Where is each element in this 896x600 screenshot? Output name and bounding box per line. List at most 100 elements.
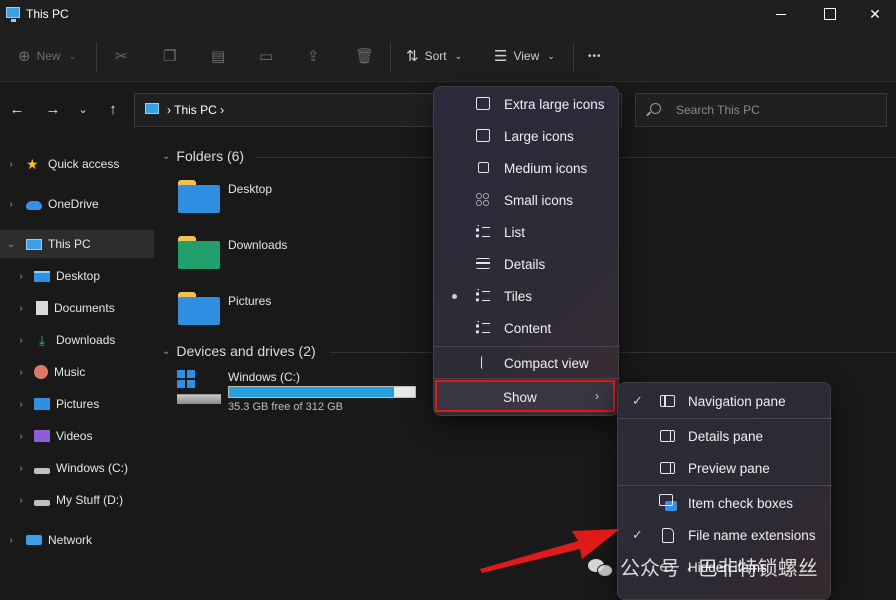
this-pc-icon [6, 7, 20, 22]
maximize-button[interactable] [806, 0, 852, 30]
sidebar-item-music[interactable]: › Music [0, 358, 154, 386]
folder-label[interactable]: Desktop [228, 182, 272, 196]
details-icon [476, 258, 490, 269]
chevron-down-icon: ⌄ [162, 150, 171, 162]
sidebar-item-quick-access[interactable]: › ★ Quick access [0, 150, 154, 178]
view-small-icons[interactable]: Small icons [434, 185, 620, 215]
rename-button[interactable]: ▭ [259, 44, 273, 68]
window-title: This PC [26, 7, 69, 21]
sidebar-item-documents[interactable]: › Documents [0, 294, 154, 322]
close-button[interactable]: ✕ [852, 0, 896, 30]
chevron-down-icon[interactable]: ⌄ [4, 239, 18, 250]
view-extra-large-icons[interactable]: Extra large icons [434, 89, 620, 119]
view-medium-icons[interactable]: Medium icons [434, 153, 620, 183]
chevron-right-icon[interactable]: › [14, 495, 28, 506]
view-details[interactable]: Details [434, 249, 620, 279]
breadcrumb-this-pc[interactable]: This PC [174, 103, 217, 117]
large-icons-icon [476, 129, 490, 142]
view-tiles[interactable]: Tiles [434, 281, 620, 311]
view-show-item[interactable]: Show › [435, 380, 615, 412]
check-icon: ✓ [632, 527, 643, 542]
sidebar-item-my-stuff-d[interactable]: › My Stuff (D:) [0, 486, 154, 514]
watermark-text: 公众号 · 巴非特锁螺丝 [620, 558, 818, 580]
view-large-icons[interactable]: Large icons [434, 121, 620, 151]
chevron-right-icon[interactable]: › [4, 199, 18, 210]
menu-divider [618, 418, 832, 419]
sort-button[interactable]: ⇅ Sort ⌄ [406, 44, 462, 68]
search-box[interactable]: Search This PC [635, 93, 887, 127]
drive-usage-fill [229, 387, 394, 397]
desktop-folder-icon[interactable] [178, 180, 220, 214]
download-icon: ⤓ [38, 332, 46, 348]
command-bar: ⊕ New ⌄ ✂ ❐ ▤ ▭ ⇪ 🗑 ⇅ Sort ⌄ ☰ View ⌄ ••… [0, 30, 896, 82]
chevron-right-icon[interactable]: › [4, 535, 18, 546]
downloads-folder-icon[interactable] [178, 236, 220, 270]
breadcrumb[interactable]: › This PC › [167, 103, 224, 117]
delete-button[interactable]: 🗑 [355, 44, 374, 68]
drives-group-header[interactable]: ⌄ Devices and drives (2) [162, 343, 316, 359]
folders-group-header[interactable]: ⌄ Folders (6) [162, 148, 244, 164]
view-compact[interactable]: Compact view [434, 348, 620, 378]
chevron-right-icon[interactable]: › [4, 159, 18, 170]
show-item-check-boxes[interactable]: Item check boxes [618, 487, 832, 519]
sidebar-item-onedrive[interactable]: › OneDrive [0, 190, 154, 218]
network-icon [26, 535, 42, 545]
minimize-button[interactable] [758, 0, 804, 30]
folders-heading: Folders (6) [176, 148, 245, 164]
view-button[interactable]: ☰ View ⌄ [494, 44, 555, 68]
sidebar-item-this-pc[interactable]: ⌄ This PC [0, 230, 154, 258]
sidebar-item-desktop[interactable]: › Desktop [0, 262, 154, 290]
show-file-name-extensions[interactable]: ✓ File name extensions [618, 519, 832, 551]
chevron-right-icon[interactable]: › [14, 431, 28, 442]
drive-usage-bar [228, 386, 416, 398]
more-icon: ••• [588, 50, 602, 62]
chevron-right-icon[interactable]: › [14, 367, 28, 378]
chevron-down-icon: ⌄ [454, 50, 463, 61]
sidebar-item-label: Windows (C:) [56, 461, 129, 475]
sidebar-item-windows-c[interactable]: › Windows (C:) [0, 454, 154, 482]
documents-icon [36, 301, 48, 315]
drives-heading: Devices and drives (2) [176, 343, 316, 359]
chevron-right-icon[interactable]: › [14, 303, 28, 314]
chevron-right-icon: › [595, 389, 599, 403]
back-button[interactable]: ← [6, 100, 28, 120]
navigation-pane: › ★ Quick access › OneDrive ⌄ This PC › … [0, 140, 154, 600]
show-navigation-pane[interactable]: ✓ Navigation pane [618, 385, 832, 417]
folder-label[interactable]: Downloads [228, 238, 287, 252]
new-button[interactable]: ⊕ New ⌄ [18, 44, 76, 68]
forward-button[interactable]: → [42, 100, 64, 120]
drive-label[interactable]: Windows (C:) [228, 370, 300, 384]
selected-dot-icon [452, 294, 457, 299]
chevron-right-icon[interactable]: › [14, 335, 28, 346]
sidebar-item-downloads[interactable]: › ⤓ Downloads [0, 326, 154, 354]
show-preview-pane[interactable]: Preview pane [618, 452, 832, 484]
show-details-pane[interactable]: Details pane [618, 420, 832, 452]
paste-button[interactable]: ▤ [211, 44, 225, 68]
cut-button[interactable]: ✂ [115, 44, 128, 68]
recent-locations-button[interactable]: ⌄ [72, 100, 94, 120]
copy-icon: ❐ [163, 47, 177, 65]
music-icon [34, 365, 48, 379]
sidebar-item-label: Documents [54, 301, 115, 315]
copy-button[interactable]: ❐ [163, 44, 176, 68]
cloud-icon [26, 201, 42, 210]
chevron-right-icon[interactable]: › [14, 399, 28, 410]
windows-drive-icon[interactable] [177, 370, 221, 406]
rename-icon: ▭ [259, 47, 274, 65]
view-content[interactable]: Content [434, 313, 620, 343]
sidebar-item-network[interactable]: › Network [0, 526, 154, 554]
share-button[interactable]: ⇪ [307, 44, 320, 68]
view-list[interactable]: List [434, 217, 620, 247]
up-button[interactable]: ↑ [102, 100, 124, 120]
sidebar-item-videos[interactable]: › Videos [0, 422, 154, 450]
folder-label[interactable]: Pictures [228, 294, 271, 308]
chevron-right-icon[interactable]: › [14, 271, 28, 282]
chevron-right-icon[interactable]: › [14, 463, 28, 474]
sidebar-item-pictures[interactable]: › Pictures [0, 390, 154, 418]
new-label: New [36, 49, 61, 63]
drive-icon [34, 500, 50, 506]
more-options-button[interactable]: ••• [588, 44, 602, 68]
pictures-folder-icon[interactable] [178, 292, 220, 326]
view-label: View [513, 49, 540, 63]
medium-icons-icon [478, 162, 489, 173]
